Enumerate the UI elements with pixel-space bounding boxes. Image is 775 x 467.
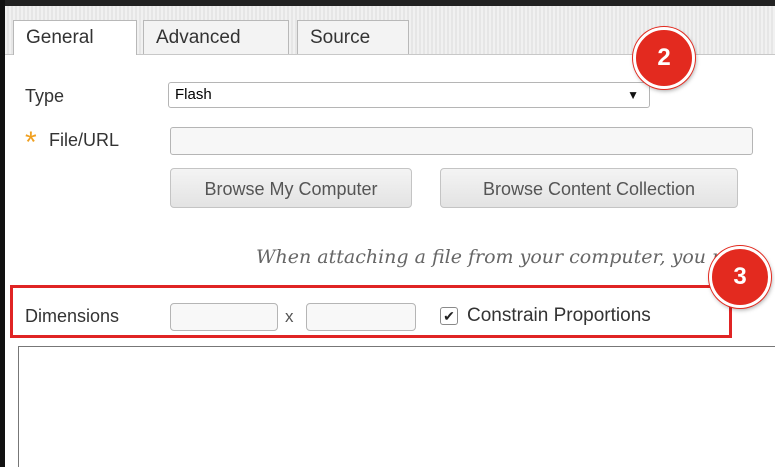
tab-advanced[interactable]: Advanced: [143, 20, 289, 54]
constrain-proportions-checkbox[interactable]: ✔: [440, 307, 458, 325]
asterisk-icon: *: [25, 126, 37, 159]
type-label: Type: [25, 86, 65, 106]
callout-badge-3: 3: [709, 246, 771, 308]
tab-source[interactable]: Source: [297, 20, 409, 54]
check-icon: ✔: [443, 308, 455, 324]
browse-content-collection-button[interactable]: Browse Content Collection: [440, 168, 738, 208]
callout-badge-2: 2: [633, 27, 695, 89]
dimension-separator: x: [285, 307, 294, 326]
dropdown-arrow-icon: ▼: [627, 88, 639, 102]
browse-my-computer-button[interactable]: Browse My Computer: [170, 168, 412, 208]
file-url-label: File/URL: [49, 130, 120, 150]
preview-pane: [18, 346, 775, 467]
constrain-proportions-label[interactable]: Constrain Proportions: [467, 305, 651, 327]
dimensions-label: Dimensions: [25, 306, 120, 326]
file-url-input[interactable]: [170, 127, 753, 155]
height-input[interactable]: [306, 303, 416, 331]
tab-general[interactable]: General: [13, 20, 137, 55]
type-select[interactable]: Flash ▼: [168, 82, 650, 108]
window-left-border: [0, 0, 5, 467]
type-select-value: Flash: [175, 86, 212, 103]
attach-note: When attaching a file from your computer…: [256, 246, 731, 268]
width-input[interactable]: [170, 303, 278, 331]
